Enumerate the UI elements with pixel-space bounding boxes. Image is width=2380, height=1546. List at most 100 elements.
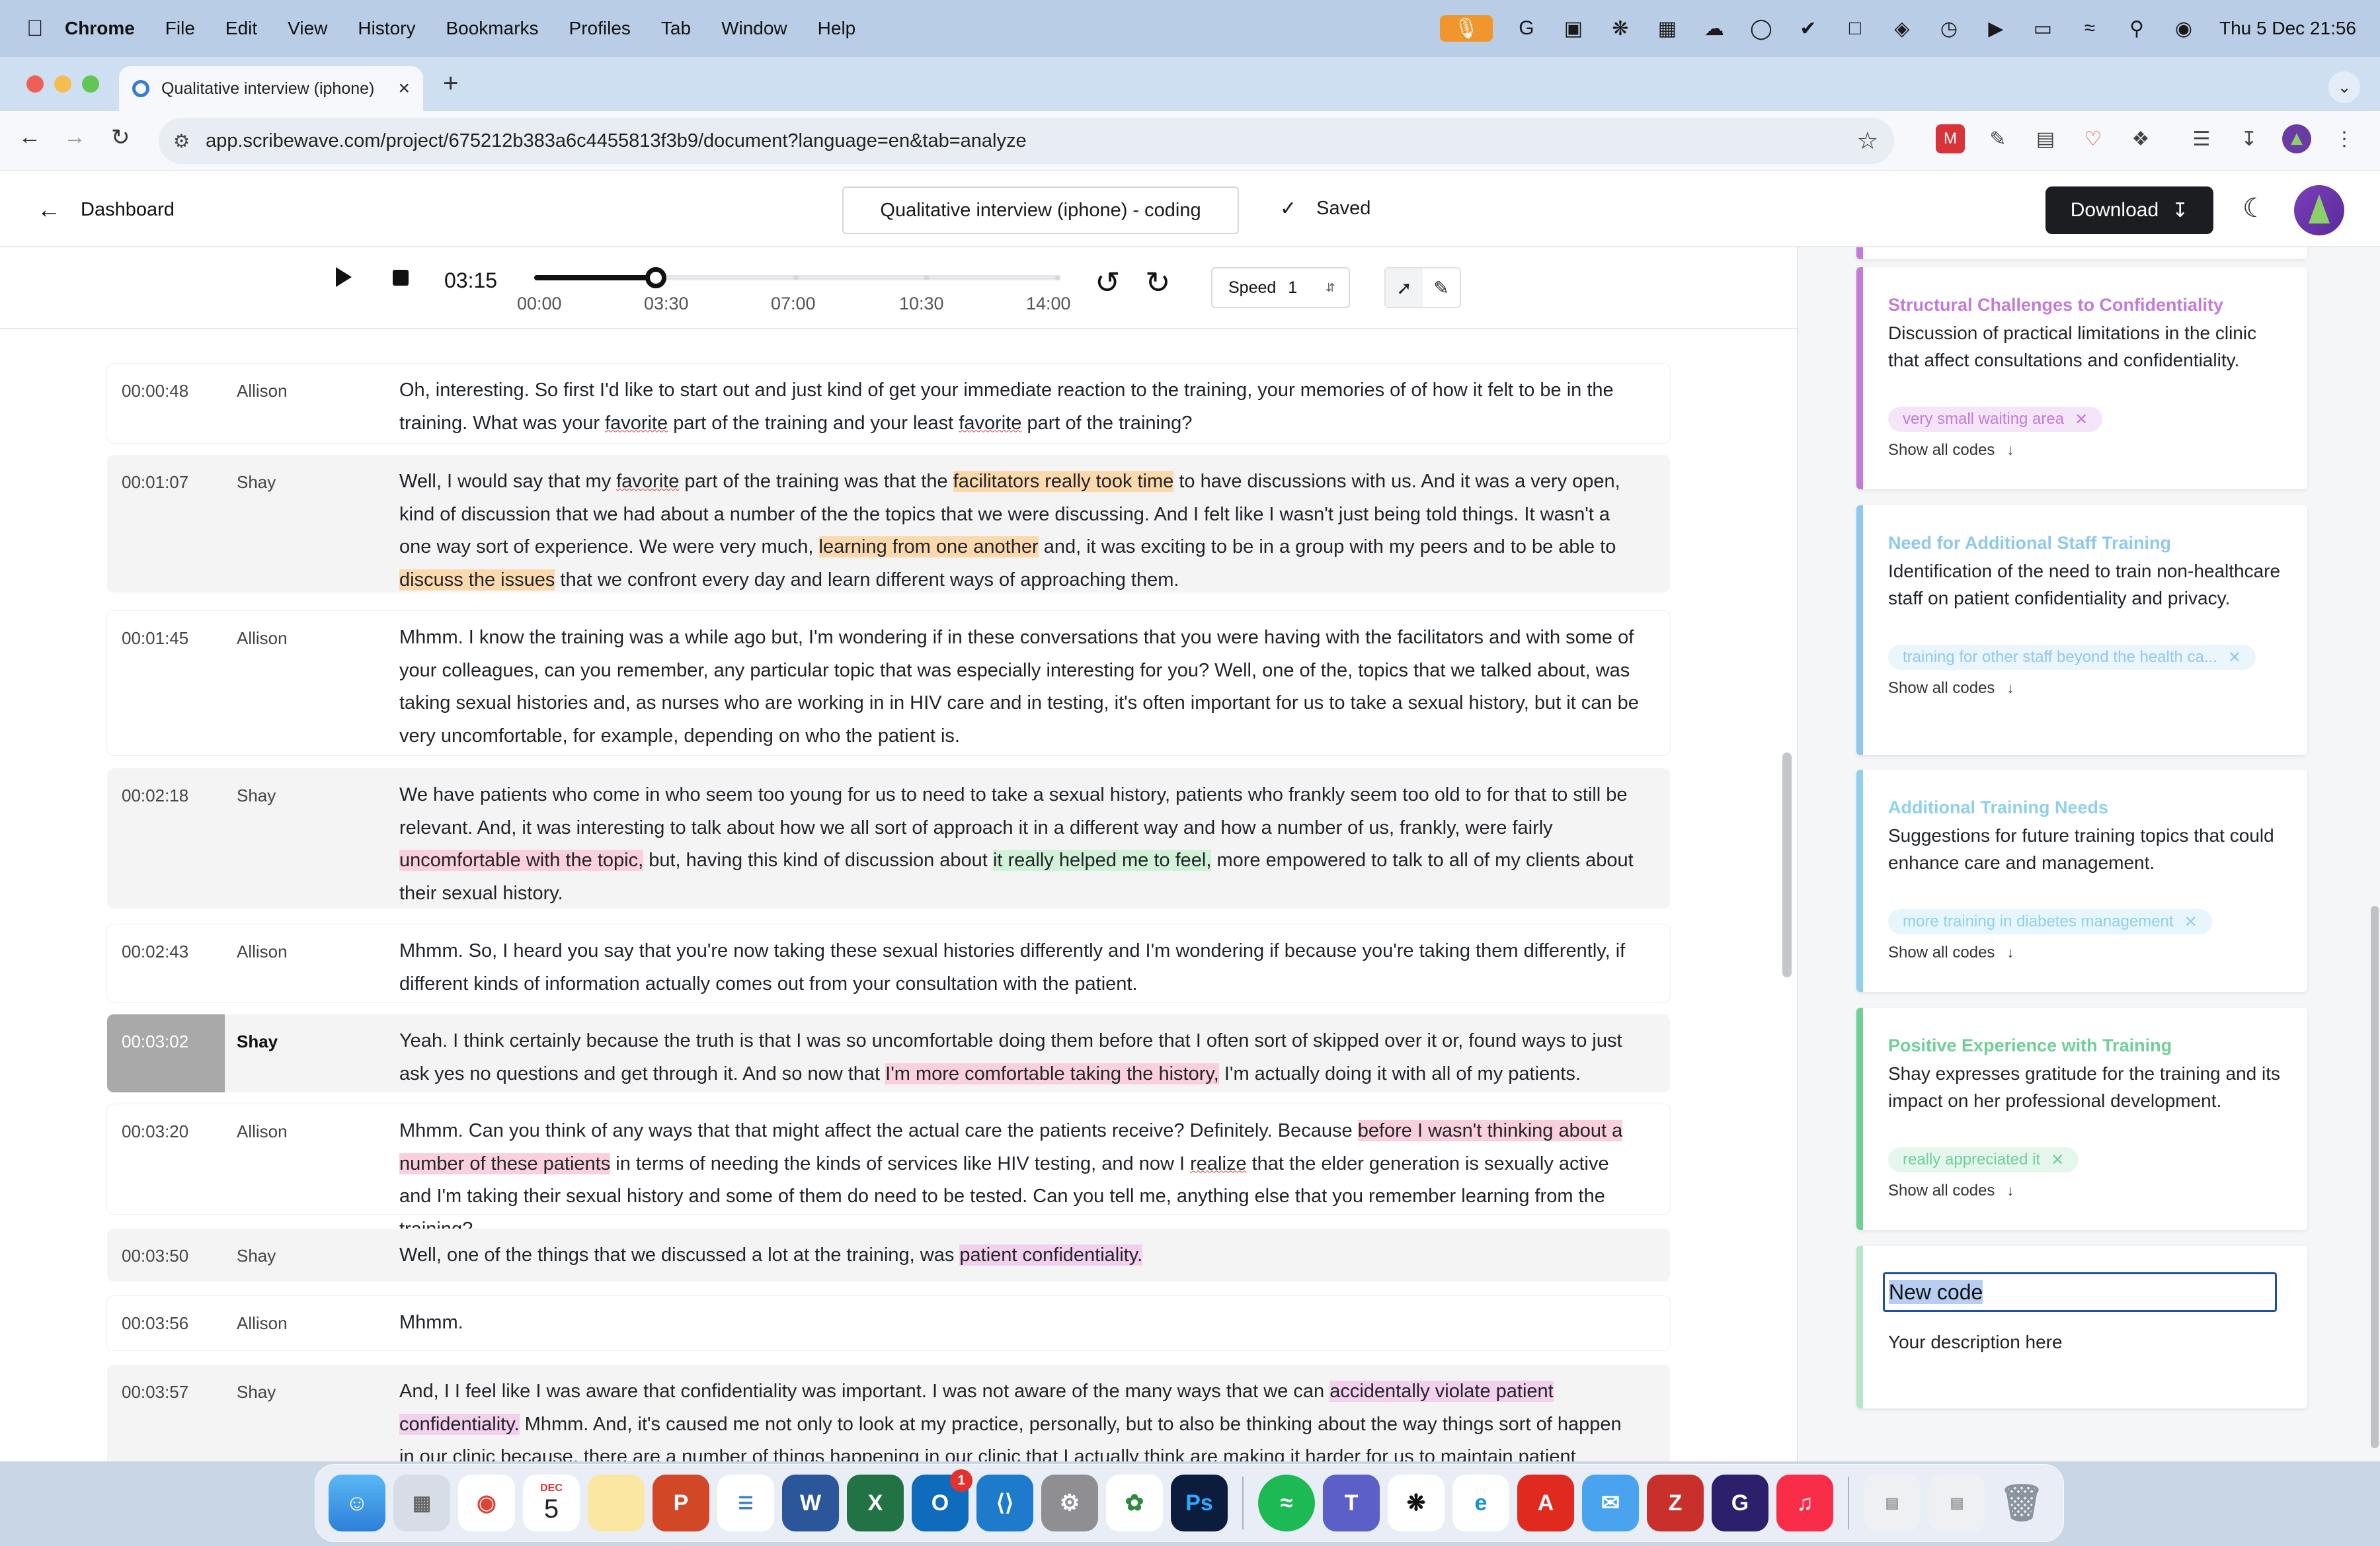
remove-chip-icon[interactable]: ✕ (2075, 410, 2088, 429)
row-text[interactable]: Yeah. I think certainly because the trut… (399, 1025, 1640, 1090)
row-speaker[interactable]: Allison (237, 628, 288, 649)
progress-handle[interactable] (645, 267, 666, 288)
menu-window[interactable]: Window (721, 18, 787, 39)
row-speaker[interactable]: Allison (237, 1313, 288, 1334)
row-text[interactable]: Mhmm. Can you think of any ways that tha… (399, 1115, 1640, 1246)
transcript-row[interactable]: 00:02:18 Shay We have patients who come … (107, 768, 1670, 909)
reading-list-icon[interactable]: ☰ (2187, 124, 2216, 153)
code-chip[interactable]: more training in diabetes management ✕ (1888, 909, 2212, 934)
highlight-code-segment[interactable]: it really helped me to feel, (992, 850, 1212, 871)
apple-icon[interactable]:  (26, 16, 65, 42)
layers-icon[interactable]: ◈ (1889, 15, 1915, 42)
cloud-icon[interactable]: ☁ (1701, 15, 1727, 42)
row-speaker[interactable]: Allison (237, 942, 288, 962)
zotero-icon[interactable]: Z (1647, 1475, 1704, 1531)
row-timestamp[interactable]: 00:03:56 (122, 1313, 188, 1334)
transcript-row[interactable]: 00:03:20 Allison Mhmm. Can you think of … (107, 1104, 1670, 1240)
download-button[interactable]: Download ↧ (2045, 186, 2213, 234)
downloads-icon[interactable]: ↧ (2235, 124, 2264, 153)
vscode-icon[interactable]: ⟨⟩ (976, 1475, 1033, 1531)
launchpad-icon[interactable]: ▦ (393, 1475, 450, 1531)
chrome-menu-icon[interactable]: ⋮ (2330, 124, 2359, 153)
menu-file[interactable]: File (165, 18, 195, 39)
code-card[interactable]: Structural Challenges to Confidentiality… (1856, 267, 2307, 489)
code-card-partial[interactable] (1856, 247, 2307, 259)
row-timestamp[interactable]: 00:03:57 (122, 1382, 188, 1403)
highlight-code-segment[interactable]: patient confidentiality. (959, 1244, 1143, 1266)
trash-icon[interactable]: 🗑 (1993, 1475, 2050, 1531)
show-all-codes-link[interactable]: Show all codes ↓ (1888, 441, 2307, 460)
word-icon[interactable]: W (782, 1475, 839, 1531)
row-timestamp[interactable]: 00:01:45 (122, 628, 188, 649)
menu-profiles[interactable]: Profiles (569, 18, 631, 39)
menu-bookmarks[interactable]: Bookmarks (446, 18, 538, 39)
creative-cloud-icon[interactable]: ◯ (1748, 15, 1774, 42)
calendar-icon[interactable]: DEC 5 (523, 1475, 580, 1531)
code-title[interactable]: Positive Experience with Training (1888, 1036, 2307, 1056)
forward-arrow-icon[interactable]: → (63, 124, 86, 150)
row-speaker[interactable]: Allison (237, 1121, 288, 1142)
highlighter-icon[interactable]: ✎ (1423, 268, 1460, 307)
new-code-name-input[interactable]: New code (1883, 1272, 2277, 1312)
dashboard-back-link[interactable]: ← Dashboard (37, 196, 175, 224)
rewind-10-icon[interactable]: ↺ (1095, 264, 1121, 300)
site-settings-icon[interactable]: ⚙ (173, 130, 190, 152)
highlight-code-segment[interactable]: learning from one another (818, 536, 1039, 557)
reload-icon[interactable]: ↻ (111, 124, 130, 151)
code-card[interactable]: Additional Training Needs Suggestions fo… (1856, 770, 2307, 992)
highlight-code-segment[interactable]: before I wasn't thinking about a number … (399, 1120, 1623, 1174)
system-settings-icon[interactable]: ⚙ (1041, 1475, 1098, 1531)
profile-avatar-icon[interactable]: ▲ (2282, 124, 2311, 153)
powerpoint-icon[interactable]: P (653, 1475, 709, 1531)
grammarly-icon[interactable]: G (1513, 15, 1540, 42)
acrobat-icon[interactable]: A (1517, 1475, 1574, 1531)
code-description[interactable]: Suggestions for future training topics t… (1888, 822, 2291, 876)
row-text[interactable]: We have patients who come in who seem to… (399, 779, 1640, 910)
code-chip[interactable]: training for other staff beyond the heal… (1888, 645, 2256, 670)
progress-slider[interactable] (534, 267, 1060, 288)
new-code-card[interactable]: New code Your description here (1856, 1246, 2307, 1408)
chatgpt-icon[interactable]: ❋ (1388, 1475, 1445, 1531)
reminders-icon[interactable]: ☰ (717, 1475, 774, 1531)
user-avatar[interactable] (2294, 185, 2344, 235)
row-timestamp[interactable]: 00:02:43 (122, 942, 188, 962)
menu-tab[interactable]: Tab (661, 18, 691, 39)
play-circle-icon[interactable]: ▶ (1983, 15, 2009, 42)
transcript-row[interactable]: 00:03:56 Allison Mhmm. (107, 1296, 1670, 1350)
show-all-codes-link[interactable]: Show all codes ↓ (1888, 1182, 2307, 1200)
show-all-codes-link[interactable]: Show all codes ↓ (1888, 679, 2307, 698)
code-card[interactable]: Need for Additional Staff Training Ident… (1856, 505, 2307, 755)
play-icon[interactable] (336, 267, 352, 287)
remove-chip-icon[interactable]: ✕ (2228, 648, 2241, 667)
menubar-clock[interactable]: Thu 5 Dec 21:56 (2219, 18, 2356, 39)
bookmark-star-icon[interactable]: ☆ (1857, 127, 1878, 155)
row-text[interactable]: Well, one of the things that we discusse… (399, 1239, 1640, 1272)
transcript-row[interactable]: 00:03:50 Shay Well, one of the things th… (107, 1229, 1670, 1282)
code-title[interactable]: Need for Additional Staff Training (1888, 533, 2307, 553)
tab-search-chevron-icon[interactable]: ⌄ (2328, 71, 2360, 103)
highlight-code-segment[interactable]: facilitators really took time (953, 471, 1174, 492)
spotify-icon[interactable]: ≈ (1258, 1475, 1315, 1531)
row-text[interactable]: Mhmm. (399, 1307, 1640, 1340)
outlook-icon[interactable]: O1 (912, 1469, 972, 1531)
mendeley-extension-icon[interactable]: M (1936, 124, 1965, 153)
row-timestamp[interactable]: 00:03:50 (122, 1246, 188, 1266)
stop-icon[interactable] (393, 270, 409, 286)
minimize-window-button[interactable] (54, 75, 71, 93)
show-all-codes-link[interactable]: Show all codes ↓ (1888, 944, 2307, 962)
forward-10-icon[interactable]: ↻ (1145, 264, 1171, 300)
code-title[interactable]: Structural Challenges to Confidentiality (1888, 295, 2307, 315)
transcript-row[interactable]: 00:00:48 Allison Oh, interesting. So fir… (107, 364, 1670, 443)
transcript-row[interactable]: 00:02:43 Allison Mhmm. So, I heard you s… (107, 924, 1670, 1002)
clipboard-icon[interactable]: □ (1842, 15, 1868, 42)
pocket-extension-icon[interactable]: ♡ (2079, 124, 2108, 153)
remove-chip-icon[interactable]: ✕ (2184, 913, 2198, 932)
row-speaker[interactable]: Shay (237, 786, 276, 806)
back-arrow-icon[interactable]: ← (19, 124, 41, 150)
transcript-row[interactable]: 00:01:07 Shay Well, I would say that my … (107, 455, 1670, 592)
dark-mode-moon-icon[interactable]: ☾ (2242, 193, 2266, 224)
puzzle-extensions-icon[interactable]: ❖ (2126, 124, 2155, 153)
row-timestamp[interactable]: 00:02:18 (122, 786, 188, 806)
codes-scrollbar[interactable] (2371, 906, 2379, 1448)
control-center-icon[interactable]: ◉ (2170, 15, 2197, 42)
